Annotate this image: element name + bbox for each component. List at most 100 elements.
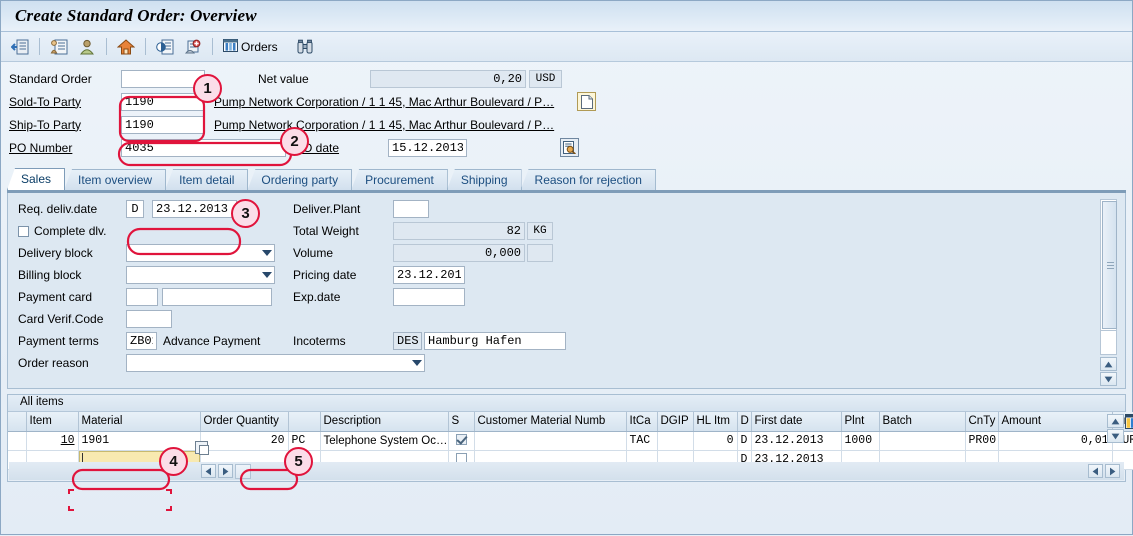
- cell-amount[interactable]: 0,01: [998, 431, 1112, 450]
- tab-reason-for-rejection[interactable]: Reason for rejection: [521, 169, 656, 190]
- items-vertical-scroll[interactable]: [1107, 414, 1124, 443]
- scroll-up-button[interactable]: [1100, 357, 1117, 371]
- cell-first-date[interactable]: 23.12.2013: [751, 431, 841, 450]
- payment-card-type-input[interactable]: [126, 288, 158, 306]
- payment-terms-text: Advance Payment: [163, 334, 260, 348]
- incoterms-code-input[interactable]: [393, 332, 422, 350]
- col-batch[interactable]: Batch: [879, 412, 965, 431]
- col-first-date[interactable]: First date: [751, 412, 841, 431]
- col-dgip[interactable]: DGIP: [657, 412, 693, 431]
- scroll-down-button[interactable]: [1100, 372, 1117, 386]
- cell-customer-material-numb[interactable]: [474, 431, 626, 450]
- po-date-label[interactable]: PO date: [295, 141, 388, 155]
- ship-to-party-address[interactable]: Pump Network Corporation / 1 1 45, Mac A…: [214, 118, 571, 132]
- grid-scroll-thumb[interactable]: [235, 464, 251, 479]
- sales-panel-scrollbar[interactable]: [1100, 199, 1117, 383]
- material-value-help-icon[interactable]: [195, 441, 208, 457]
- cell-d[interactable]: D: [737, 431, 751, 450]
- orders-button[interactable]: Orders: [219, 35, 282, 59]
- cell-cnty[interactable]: PR00: [965, 431, 998, 450]
- partner-lookup-icon[interactable]: [560, 138, 579, 157]
- cell-batch[interactable]: [879, 431, 965, 450]
- scrollbar-thumb[interactable]: [1102, 201, 1117, 329]
- req-deliv-date-input[interactable]: [152, 200, 237, 218]
- cell-item[interactable]: 10: [26, 431, 78, 450]
- create-with-reference-icon[interactable]: [46, 35, 72, 59]
- partner-person-icon[interactable]: [74, 35, 100, 59]
- card-verif-code-input[interactable]: [126, 310, 172, 328]
- col-amount[interactable]: Amount: [998, 412, 1112, 431]
- next-column-button[interactable]: [218, 464, 233, 478]
- po-number-input[interactable]: [121, 139, 286, 157]
- cell-dgip[interactable]: [657, 431, 693, 450]
- col-s[interactable]: S: [448, 412, 474, 431]
- complete-dlv-checkbox[interactable]: [18, 226, 29, 237]
- col-description[interactable]: Description: [320, 412, 448, 431]
- document-page-icon[interactable]: [577, 92, 596, 111]
- atp-check-icon[interactable]: [180, 35, 206, 59]
- tab-sales[interactable]: Sales: [7, 168, 65, 190]
- req-deliv-date-rule-input[interactable]: [126, 200, 144, 218]
- po-number-label[interactable]: PO Number: [9, 141, 121, 155]
- cell-s[interactable]: [448, 431, 474, 450]
- col-item[interactable]: Item: [26, 412, 78, 431]
- billing-block-select[interactable]: [126, 266, 275, 284]
- document-availability-icon[interactable]: [152, 35, 178, 59]
- cell-hl-itm[interactable]: 0: [693, 431, 737, 450]
- cell-uom[interactable]: PC: [288, 431, 320, 450]
- scroll-left-button[interactable]: [1088, 464, 1103, 478]
- deliver-plant-input[interactable]: [393, 200, 429, 218]
- cell-order-quantity[interactable]: 20: [200, 431, 288, 450]
- payment-card-number-input[interactable]: [162, 288, 272, 306]
- col-order-quantity[interactable]: Order Quantity: [200, 412, 288, 431]
- scrollbar-empty-area[interactable]: [1100, 331, 1117, 355]
- all-items-section: All items Item Material Order Quantity D…: [7, 394, 1126, 482]
- col-uom[interactable]: [288, 412, 320, 431]
- payment-terms-code-input[interactable]: [126, 332, 157, 350]
- tab-ordering-party[interactable]: Ordering party: [247, 169, 352, 190]
- tab-shipping[interactable]: Shipping: [447, 169, 522, 190]
- incoterms-label: Incoterms: [293, 334, 393, 348]
- row-selector[interactable]: [8, 431, 26, 450]
- status-checkbox[interactable]: [456, 434, 467, 445]
- tab-item-overview[interactable]: Item overview: [64, 169, 166, 190]
- col-plnt[interactable]: Plnt: [841, 412, 879, 431]
- tab-procurement[interactable]: Procurement: [351, 169, 448, 190]
- cell-description[interactable]: Telephone System Oc…: [320, 431, 448, 450]
- cell-material[interactable]: 1901: [78, 431, 200, 450]
- col-itca[interactable]: ItCa: [626, 412, 657, 431]
- items-table: Item Material Order Quantity Description…: [8, 412, 1133, 470]
- col-hl-itm[interactable]: HL Itm: [693, 412, 737, 431]
- po-date-input[interactable]: [388, 139, 467, 157]
- pricing-date-input[interactable]: [393, 266, 465, 284]
- cell-plnt[interactable]: 1000: [841, 431, 879, 450]
- sold-to-party-label[interactable]: Sold-To Party: [9, 95, 121, 109]
- ship-to-party-input[interactable]: [121, 116, 205, 134]
- items-scroll-down-button[interactable]: [1107, 429, 1124, 443]
- sap-window: Create Standard Order: Overview: [0, 0, 1133, 535]
- sold-to-party-address[interactable]: Pump Network Corporation / 1 1 45, Mac A…: [214, 95, 571, 109]
- scrollbar-track[interactable]: [1100, 199, 1117, 331]
- col-customer-material-numb[interactable]: Customer Material Numb: [474, 412, 626, 431]
- back-enter-icon[interactable]: [7, 35, 33, 59]
- delivery-block-select[interactable]: [126, 244, 275, 262]
- col-cnty[interactable]: CnTy: [965, 412, 998, 431]
- items-scroll-up-button[interactable]: [1107, 414, 1124, 428]
- prev-column-button[interactable]: [201, 464, 216, 478]
- exp-date-input[interactable]: [393, 288, 465, 306]
- incoterms-text-input[interactable]: [424, 332, 566, 350]
- scroll-right-button[interactable]: [1105, 464, 1120, 478]
- sales-area-home-icon[interactable]: [113, 35, 139, 59]
- tab-item-detail[interactable]: Item detail: [165, 169, 248, 190]
- standard-order-input[interactable]: [121, 70, 205, 88]
- cell-itca[interactable]: TAC: [626, 431, 657, 450]
- sold-to-party-input[interactable]: [121, 93, 205, 111]
- row-select-header[interactable]: [8, 412, 26, 431]
- col-d[interactable]: D: [737, 412, 751, 431]
- binoculars-icon[interactable]: [292, 35, 318, 59]
- order-reason-select[interactable]: [126, 354, 425, 372]
- column-config-icon[interactable]: [1125, 414, 1133, 431]
- col-material[interactable]: Material: [78, 412, 200, 431]
- ship-to-party-label[interactable]: Ship-To Party: [9, 118, 121, 132]
- table-row[interactable]: 10 1901 20 PC Telephone System Oc… TAC 0…: [8, 431, 1133, 450]
